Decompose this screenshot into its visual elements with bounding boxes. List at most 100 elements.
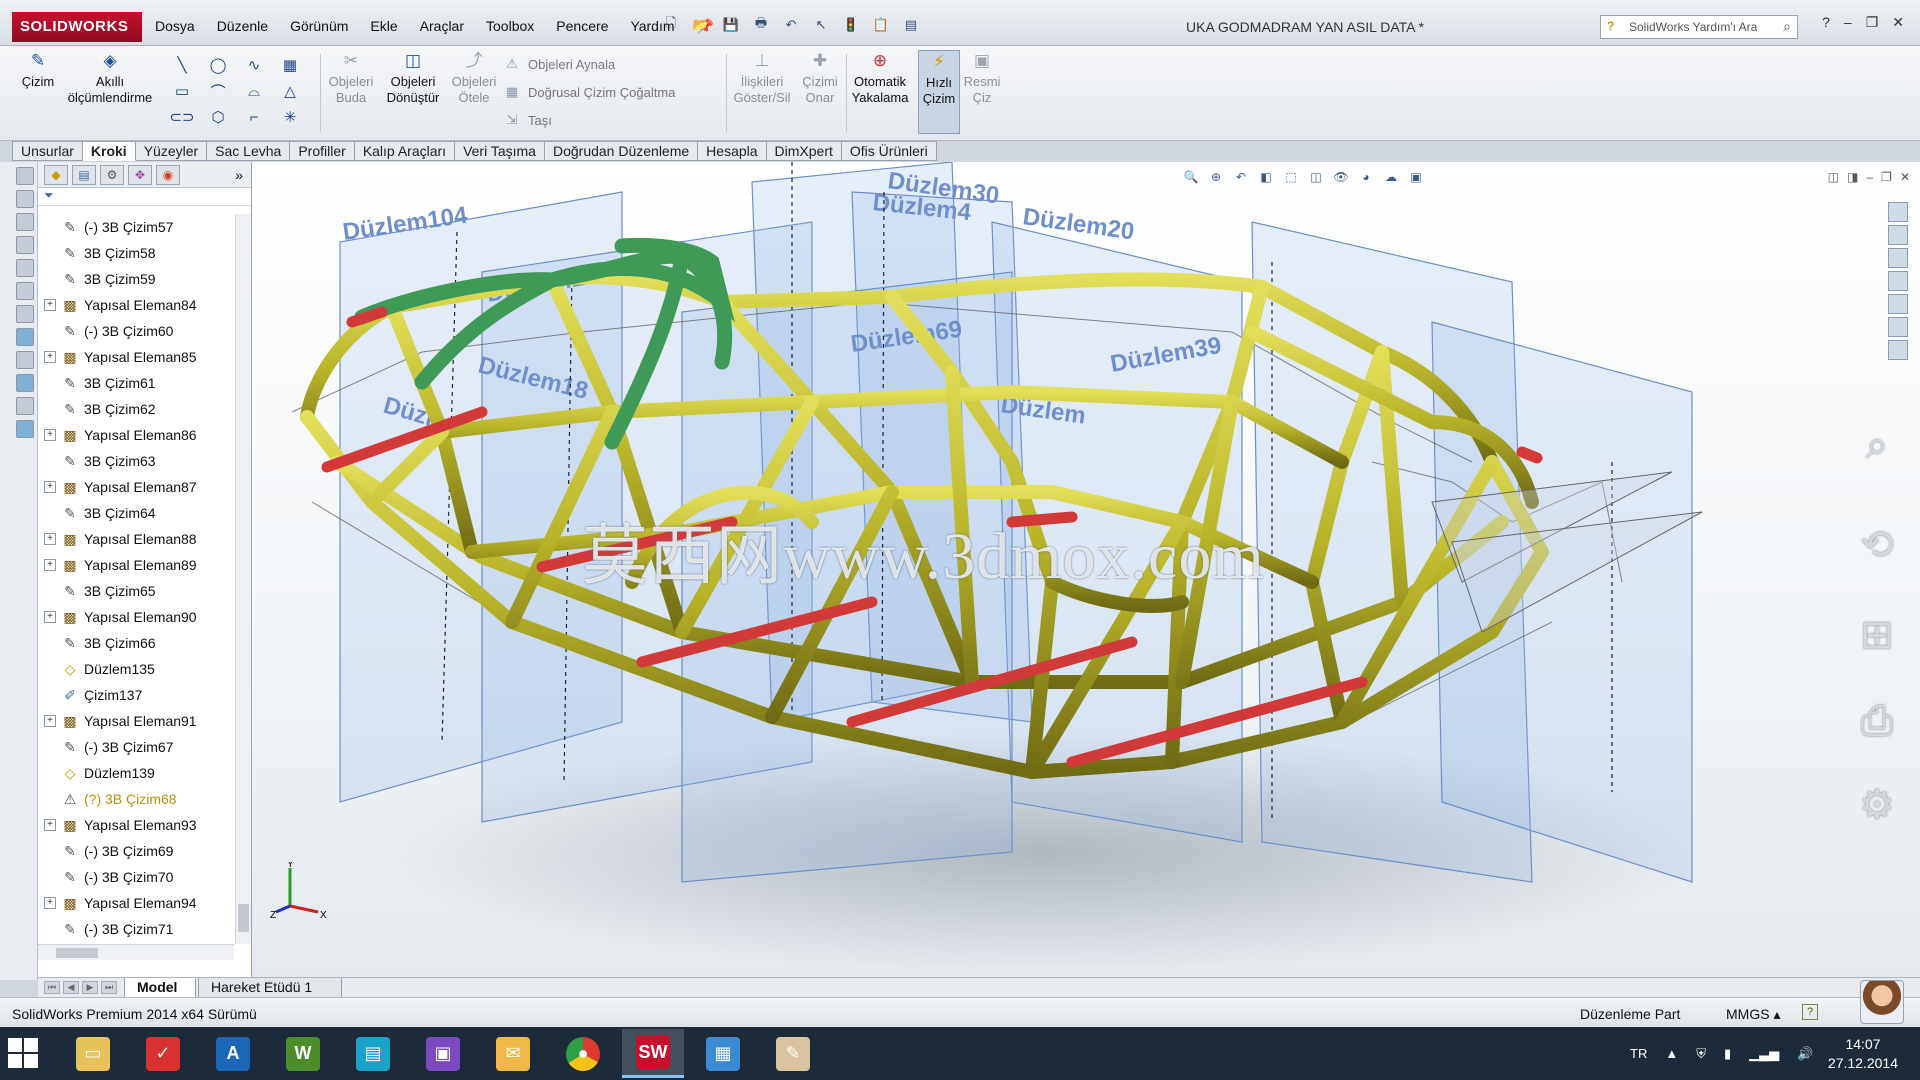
tab-model[interactable]: Model — [124, 978, 196, 998]
taskbar-viewer[interactable]: ▤ — [342, 1029, 404, 1078]
sketch-button[interactable]: ✎ Çizim — [18, 50, 58, 134]
system-clock[interactable]: 14:07 27.12.2014 — [1828, 1035, 1898, 1073]
tree-item[interactable]: ✎ (-) 3B Çizim60 — [38, 318, 234, 344]
windows-start-icon[interactable]: ⊞ — [1854, 612, 1900, 658]
tab-evaluate[interactable]: Hesapla — [698, 141, 767, 161]
expand-icon[interactable]: + — [44, 611, 56, 623]
tree-item[interactable]: ✎ (-) 3B Çizim57 — [38, 214, 234, 240]
tree-item[interactable]: ✎ (-) 3B Çizim71 — [38, 916, 234, 942]
polygon-icon[interactable]: ⬡ — [200, 104, 236, 130]
tree-item[interactable]: + ▩ Yapısal Eleman89 — [38, 552, 234, 578]
file-properties-icon[interactable]: 📋 — [870, 15, 892, 35]
expand-icon[interactable]: + — [44, 819, 56, 831]
tree-item[interactable]: ⚠ (?) 3B Çizim68 — [38, 786, 234, 812]
tab-direct-editing[interactable]: Doğrudan Düzenleme — [544, 141, 699, 161]
hide-show-items-icon[interactable]: 👁 — [1332, 168, 1350, 186]
input-language[interactable]: TR — [1630, 1046, 1647, 1061]
restore-document-button[interactable]: ❐ — [1881, 170, 1892, 184]
chamfer-icon[interactable]: ⌐ — [236, 104, 272, 130]
view-orientation-icon[interactable]: ⬚ — [1282, 168, 1300, 186]
toolbar-tool-icon[interactable] — [16, 351, 34, 369]
tile-icon[interactable]: ◫ — [1828, 170, 1839, 184]
show-hidden-icons-icon[interactable]: ▲ — [1665, 1046, 1678, 1061]
volume-icon[interactable]: 🔊 — [1797, 1046, 1813, 1062]
tree-filter[interactable]: ⏷ — [38, 188, 251, 206]
view-palette-icon[interactable] — [1888, 294, 1908, 314]
tree-item[interactable]: ✎ 3B Çizim64 — [38, 500, 234, 526]
taskbar-photos[interactable]: ▦ — [692, 1029, 754, 1078]
expand-icon[interactable]: + — [44, 351, 56, 363]
toolbar-tool-icon[interactable] — [16, 259, 34, 277]
tree-item[interactable]: + ▩ Yapısal Eleman87 — [38, 474, 234, 500]
previous-tab-icon[interactable]: ◀ — [63, 981, 79, 994]
toolbar-tool-icon[interactable] — [16, 420, 34, 438]
tab-weldments[interactable]: Profiller — [290, 141, 355, 161]
property-manager-tab-icon[interactable]: ▤ — [72, 164, 96, 185]
section-view-icon[interactable]: ◧ — [1257, 168, 1275, 186]
tree-item[interactable]: + ▩ Yapısal Eleman88 — [38, 526, 234, 552]
quick-tips-icon[interactable]: ? — [1802, 1004, 1818, 1020]
taskbar-paint[interactable]: ✎ — [762, 1029, 824, 1078]
menu-window[interactable]: Pencere — [553, 16, 611, 37]
display-manager-tab-icon[interactable]: ◉ — [156, 164, 180, 185]
toolbar-tool-icon[interactable] — [16, 190, 34, 208]
expand-icon[interactable]: + — [44, 559, 56, 571]
tree-item[interactable]: ✎ 3B Çizim61 — [38, 370, 234, 396]
first-tab-icon[interactable]: ⏮ — [44, 981, 60, 994]
next-tab-icon[interactable]: ▶ — [82, 981, 98, 994]
tab-office-products[interactable]: Ofis Ürünleri — [841, 141, 937, 161]
expand-icon[interactable]: + — [44, 481, 56, 493]
graphics-area[interactable]: Düzlem104 Düzlem16 Düzlem4 Düzlem30 Düzl… — [252, 162, 1920, 977]
select-cursor-icon[interactable]: ↖ — [810, 15, 832, 35]
tree-item[interactable]: + ▩ Yapısal Eleman85 — [38, 344, 234, 370]
taskbar-outlook[interactable]: ✉ — [482, 1029, 544, 1078]
unit-system-selector[interactable]: MMGS ▴ — [1726, 1006, 1780, 1023]
display-delete-relations-button[interactable]: ⊥ İlişkileri Göster/Sil — [728, 50, 796, 134]
feature-tree-tab-icon[interactable]: ◆ — [44, 164, 68, 185]
tree-vertical-scrollbar[interactable] — [235, 214, 251, 944]
tree-item[interactable]: ◇ Düzlem135 — [38, 656, 234, 682]
repair-sketch-button[interactable]: ✚ Çizimi Onar — [798, 50, 842, 134]
minimize-document-button[interactable]: – — [1866, 170, 1873, 184]
options-icon[interactable]: ▤ — [900, 15, 922, 35]
toolbar-tool-icon[interactable] — [16, 374, 34, 392]
tree-item[interactable]: + ▩ Yapısal Eleman93 — [38, 812, 234, 838]
tree-item[interactable]: ✎ 3B Çizim63 — [38, 448, 234, 474]
close-button[interactable]: ✕ — [1892, 14, 1904, 31]
taskbar-file-explorer[interactable]: ▭ — [62, 1029, 124, 1078]
point-icon[interactable]: ✳ — [272, 104, 308, 130]
edit-appearance-icon[interactable]: ◕ — [1357, 168, 1375, 186]
rectangle-icon[interactable]: ▭ — [164, 78, 200, 104]
network-icon[interactable]: ▁▃▅ — [1749, 1046, 1779, 1062]
tree-item[interactable]: ✎ (-) 3B Çizim67 — [38, 734, 234, 760]
previous-view-icon[interactable]: ↶ — [1232, 168, 1250, 186]
tree-item[interactable]: + ▩ Yapısal Eleman84 — [38, 292, 234, 318]
toolbar-tool-icon[interactable] — [16, 213, 34, 231]
expand-icon[interactable]: + — [44, 429, 56, 441]
cross-member-red[interactable] — [1516, 446, 1543, 464]
offset-entities-button[interactable]: ⤴ Objeleri Ötele — [448, 50, 500, 134]
tab-data-migration[interactable]: Veri Taşıma — [455, 141, 545, 161]
tree-item[interactable]: ◇ Düzlem139 — [38, 760, 234, 786]
expand-icon[interactable]: + — [44, 715, 56, 727]
share-icon[interactable]: ⟲ — [1854, 522, 1900, 568]
search-icon[interactable]: ⌕ — [1854, 422, 1900, 468]
toolbar-tool-icon[interactable] — [16, 397, 34, 415]
tree-item[interactable]: + ▩ Yapısal Eleman91 — [38, 708, 234, 734]
tab-sheet-metal[interactable]: Sac Levha — [207, 141, 291, 161]
close-document-button[interactable]: ✕ — [1900, 170, 1910, 184]
configuration-tab-icon[interactable]: ⚙ — [100, 164, 124, 185]
solidworks-resources-icon[interactable] — [1888, 202, 1908, 222]
apply-scene-icon[interactable]: ☁ — [1382, 168, 1400, 186]
tree-item[interactable]: ✎ 3B Çizim65 — [38, 578, 234, 604]
help-icon[interactable]: ? — [1822, 14, 1830, 31]
quick-snaps-button[interactable]: ⊕ Otomatik Yakalama — [848, 50, 912, 134]
sketch-grid-icon[interactable]: ▦ — [272, 52, 308, 78]
toolbar-tool-icon[interactable] — [16, 282, 34, 300]
new-document-icon[interactable]: 🗋 — [660, 15, 682, 35]
toolbar-tool-icon[interactable] — [16, 305, 34, 323]
search-icon[interactable]: ⌕ — [1783, 18, 1791, 35]
tree-item[interactable]: ✎ 3B Çizim66 — [38, 630, 234, 656]
tab-mold-tools[interactable]: Kalıp Araçları — [354, 141, 456, 161]
tree-item[interactable]: + ▩ Yapısal Eleman90 — [38, 604, 234, 630]
